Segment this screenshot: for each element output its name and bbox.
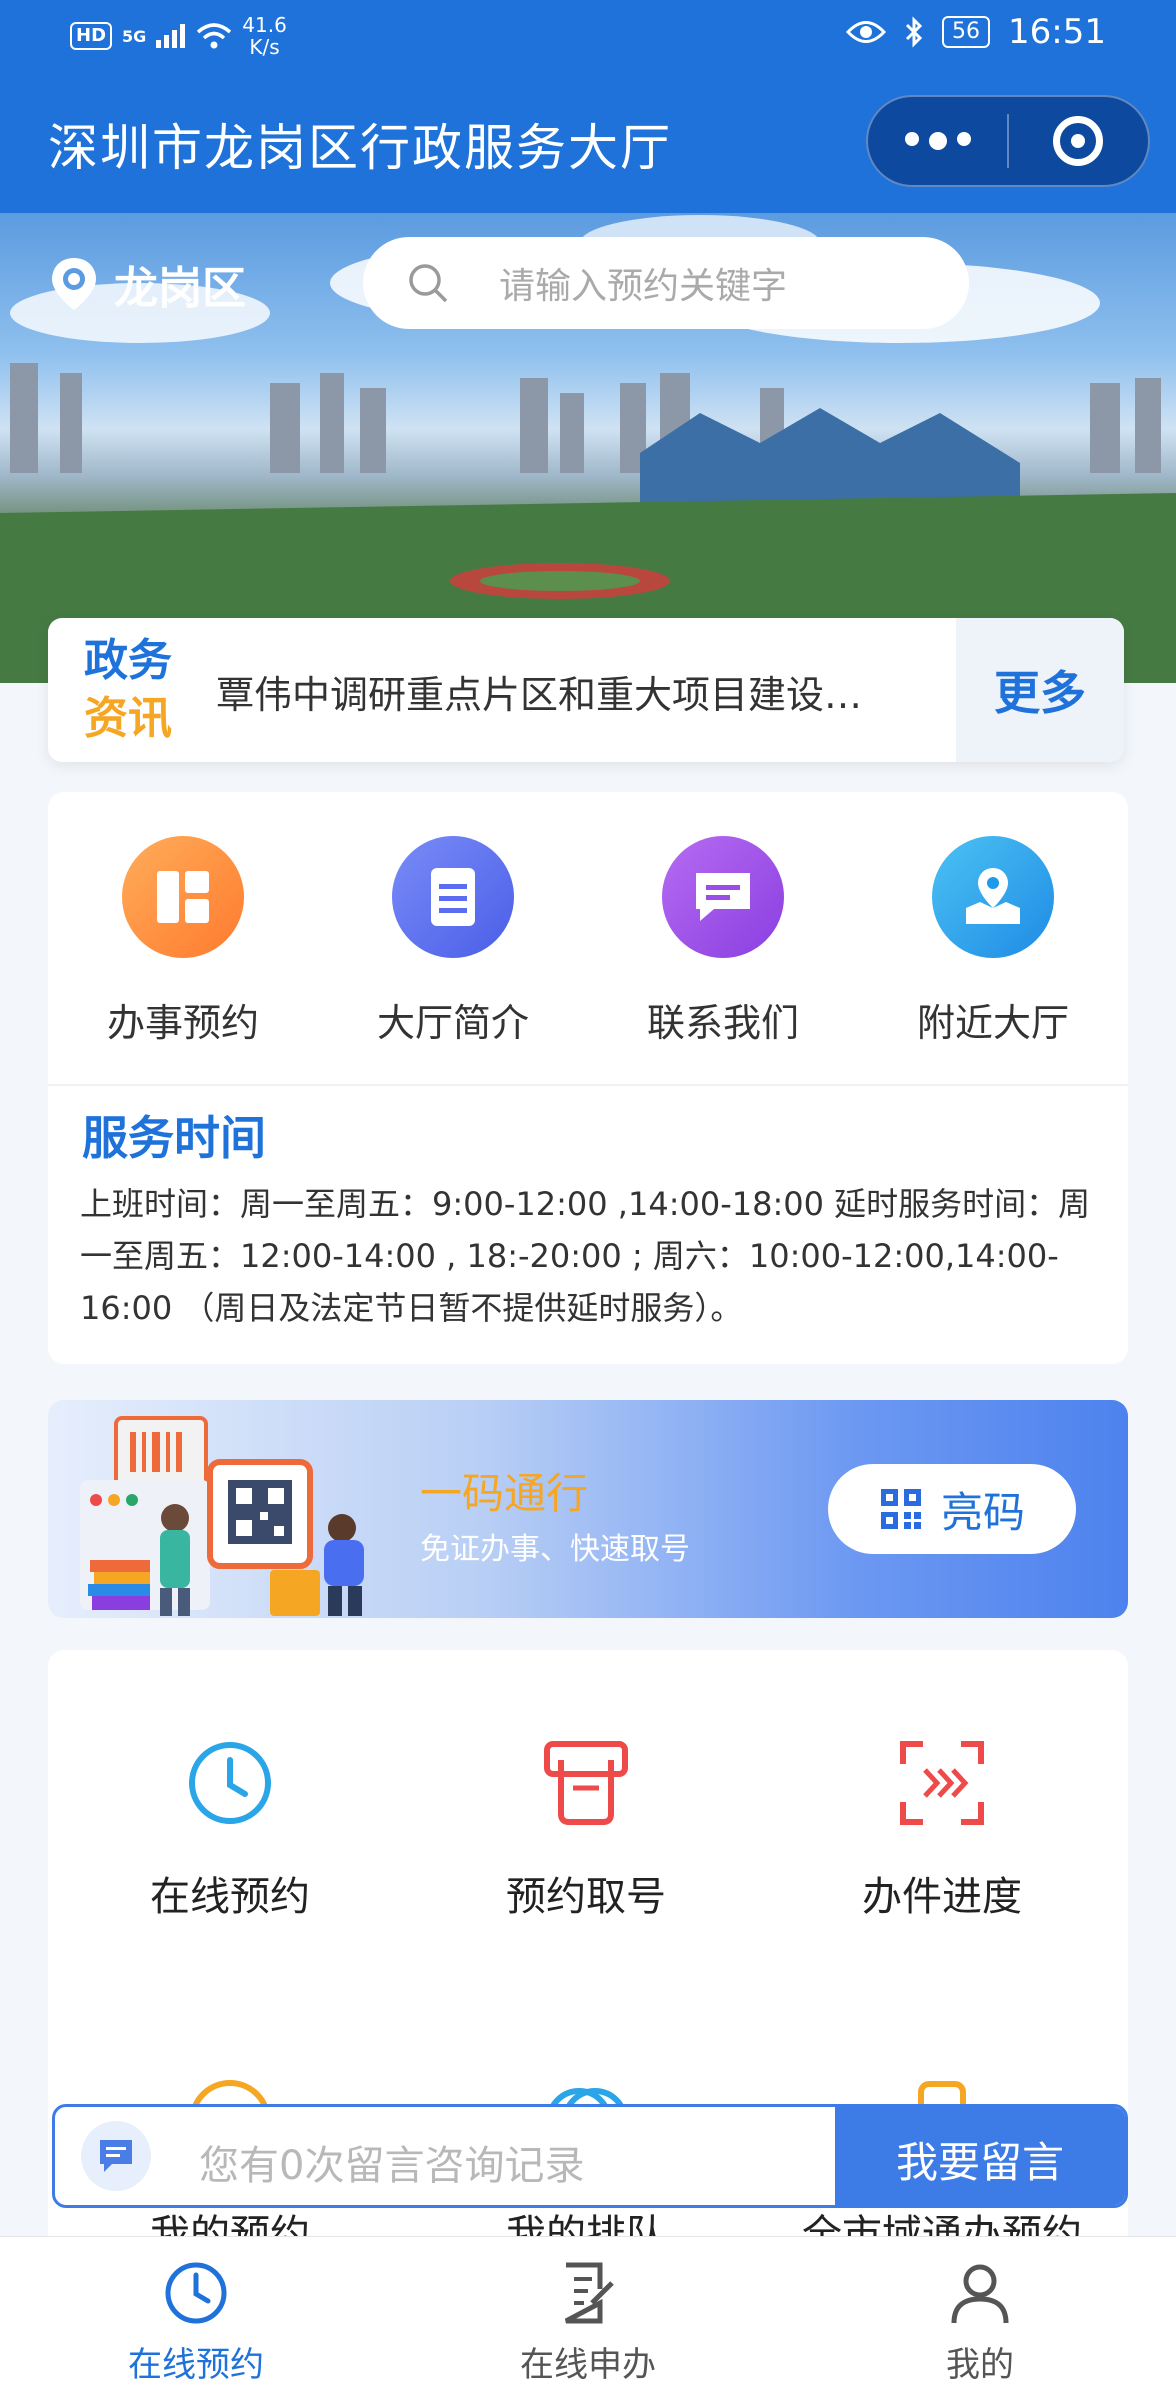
service-label: 在线预约 bbox=[150, 1874, 310, 1920]
location-icon bbox=[52, 258, 96, 310]
grid-icon bbox=[122, 836, 244, 958]
status-bar: HD 5G 41.6 K/s 56 16:51 bbox=[0, 0, 1176, 72]
chat-icon bbox=[662, 836, 784, 958]
ticket-icon bbox=[544, 1741, 628, 1825]
service-label: 办件进度 bbox=[862, 1874, 1022, 1920]
quick-menu-card: 办事预约 大厅简介 联系我们 附近大厅 服务时间 上班时间：周一至周五：9:00… bbox=[48, 792, 1128, 1364]
tab-online-application[interactable]: 在线申办 bbox=[392, 2259, 784, 2386]
news-more-button[interactable]: 更多 bbox=[956, 618, 1124, 762]
message-bar[interactable]: 您有0次留言咨询记录 我要留言 bbox=[52, 2104, 1128, 2208]
map-pin-icon bbox=[932, 836, 1054, 958]
tab-label: 我的 bbox=[946, 2345, 1014, 2385]
quick-item-appointment[interactable]: 办事预约 bbox=[48, 836, 318, 1047]
net-unit: K/s bbox=[249, 35, 280, 59]
quick-item-contact[interactable]: 联系我们 bbox=[588, 836, 858, 1047]
bottom-tab-bar: 在线预约 在线申办 我的 bbox=[0, 2236, 1176, 2400]
dot-icon bbox=[956, 132, 971, 146]
clock-icon bbox=[165, 2262, 227, 2324]
more-menu-button[interactable] bbox=[868, 132, 1007, 150]
quick-item-label: 大厅简介 bbox=[376, 1001, 529, 1045]
service-time-title: 服务时间 bbox=[82, 1111, 266, 1165]
document-icon bbox=[392, 836, 514, 958]
show-code-label: 亮码 bbox=[940, 1487, 1025, 1537]
wifi-icon bbox=[197, 23, 232, 49]
news-tag: 政务 资讯 bbox=[84, 632, 172, 748]
message-history-text: 您有0次留言咨询记录 bbox=[199, 2143, 585, 2189]
code-pass-illustration bbox=[80, 1416, 364, 1616]
service-progress[interactable]: 办件进度 bbox=[764, 1738, 1120, 1922]
location-label: 龙岗区 bbox=[114, 263, 246, 314]
service-time-text: 上班时间：周一至周五：9:00-12:00 ,14:00-18:00 延时服务时… bbox=[80, 1178, 1100, 1334]
dot-icon bbox=[904, 132, 919, 146]
leave-message-button[interactable]: 我要留言 bbox=[835, 2107, 1125, 2205]
code-pass-banner[interactable]: 一码通行 免证办事、快速取号 亮码 bbox=[48, 1400, 1128, 1618]
tab-online-appointment[interactable]: 在线预约 bbox=[0, 2259, 392, 2386]
news-headline[interactable]: 覃伟中调研重点片区和重大项目建设… bbox=[216, 664, 986, 719]
quick-item-label: 联系我们 bbox=[646, 1001, 799, 1045]
clock-icon bbox=[189, 1742, 271, 1824]
search-icon bbox=[409, 264, 448, 303]
service-time-line: 16:00 （周日及法定节日暂不提供延时服务）。 bbox=[80, 1289, 743, 1327]
code-pass-subtitle: 免证办事、快速取号 bbox=[420, 1532, 690, 1567]
quick-item-label: 附近大厅 bbox=[916, 1001, 1069, 1045]
close-target-button[interactable] bbox=[1009, 116, 1148, 166]
tab-label: 在线预约 bbox=[128, 2345, 264, 2385]
battery-level: 56 bbox=[942, 16, 991, 48]
bluetooth-icon bbox=[905, 16, 923, 48]
tab-mine[interactable]: 我的 bbox=[784, 2259, 1176, 2386]
service-take-number[interactable]: 预约取号 bbox=[408, 1738, 764, 1922]
message-icon bbox=[81, 2121, 151, 2191]
service-time-line: 上班时间：周一至周五：9:00-12:00 ,14:00-18:00 延时服务时… bbox=[80, 1185, 1091, 1223]
net-speed: 41.6 bbox=[242, 13, 287, 37]
service-label: 预约取号 bbox=[506, 1874, 666, 1920]
signal-icon bbox=[156, 24, 186, 48]
dot-icon bbox=[928, 132, 947, 150]
divider bbox=[48, 1084, 1128, 1086]
news-tag-line1: 政务 bbox=[84, 635, 172, 686]
news-ticker[interactable]: 政务 资讯 覃伟中调研重点片区和重大项目建设… 更多 bbox=[48, 618, 1124, 762]
progress-icon bbox=[900, 1741, 984, 1825]
code-pass-title: 一码通行 bbox=[420, 1469, 589, 1518]
target-icon bbox=[1053, 116, 1104, 166]
quick-item-nearby-hall[interactable]: 附近大厅 bbox=[858, 836, 1128, 1047]
news-tag-line2: 资讯 bbox=[84, 693, 172, 744]
quick-item-hall-intro[interactable]: 大厅简介 bbox=[318, 836, 588, 1047]
page-title: 深圳市龙岗区行政服务大厅 bbox=[48, 119, 672, 177]
service-time-line: 一至周五：12:00-14:00 , 18:-20:00 ; 周六：10:00-… bbox=[80, 1237, 1059, 1275]
service-online-appointment[interactable]: 在线预约 bbox=[52, 1738, 408, 1922]
eye-icon bbox=[846, 21, 887, 43]
mini-program-capsule bbox=[866, 95, 1150, 187]
clock-time: 16:51 bbox=[1008, 12, 1106, 52]
search-input[interactable]: 请输入预约关键字 bbox=[363, 237, 969, 329]
hd-badge: HD bbox=[70, 22, 113, 50]
location-selector[interactable]: 龙岗区 bbox=[46, 252, 246, 316]
tab-label: 在线申办 bbox=[520, 2345, 656, 2385]
quick-item-label: 办事预约 bbox=[106, 1001, 259, 1045]
qr-code-icon bbox=[880, 1489, 921, 1529]
show-code-button[interactable]: 亮码 bbox=[828, 1464, 1076, 1554]
user-icon bbox=[951, 2264, 1009, 2324]
search-placeholder: 请输入预约关键字 bbox=[499, 266, 788, 307]
edit-doc-icon bbox=[564, 2262, 614, 2324]
signal-label: 5G bbox=[122, 26, 147, 46]
